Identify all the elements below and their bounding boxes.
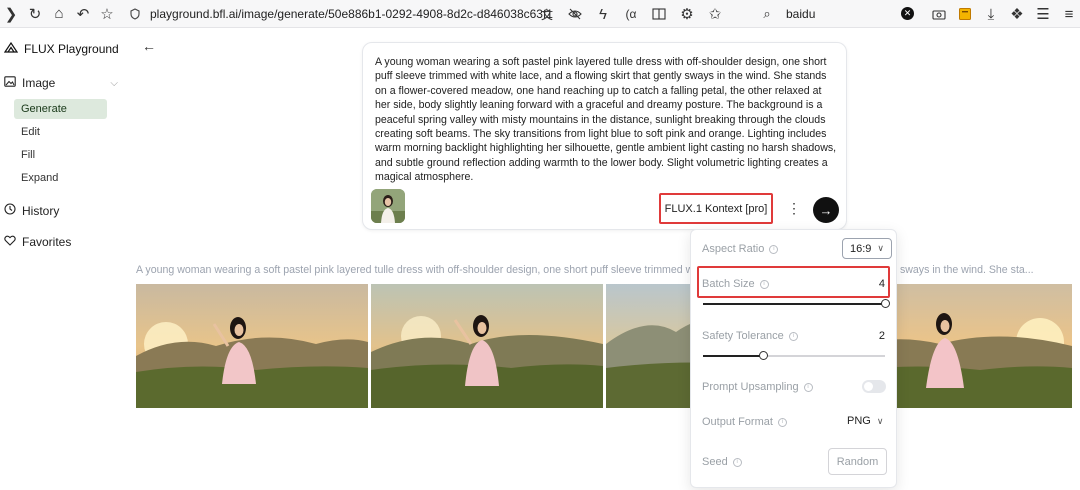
brand[interactable]: FLUX Playground <box>3 41 119 56</box>
batch-size-slider[interactable] <box>703 299 890 308</box>
flux-logo-icon <box>3 41 19 56</box>
batch-size-slider-fill <box>703 303 885 305</box>
menu-icon[interactable]: ≡ <box>1058 3 1080 25</box>
chevron-down-icon: ⌵ <box>110 77 118 89</box>
info-icon: i <box>769 244 779 254</box>
image-icon <box>4 76 16 90</box>
more-options-icon[interactable]: ⋮ <box>787 201 801 215</box>
nav-section-label: Image <box>22 76 56 90</box>
browser-nav-group: ❯ ↻ ⌂ ↶ ☆ <box>0 3 118 25</box>
generation-settings-popover: Aspect Ratio i 16:9 ∨ Batch Size i 4 Saf… <box>690 229 897 488</box>
info-icon: i <box>803 382 813 392</box>
aspect-ratio-value: 16:9 <box>849 242 872 255</box>
brand-name: FLUX Playground <box>24 42 119 56</box>
favorites-add-icon[interactable]: ✩ <box>704 3 726 25</box>
seed-random-button[interactable]: Random <box>828 448 887 475</box>
safety-tolerance-label: Safety Tolerance i <box>702 330 798 342</box>
prompt-card: A young woman wearing a soft pastel pink… <box>362 42 847 230</box>
forward-icon[interactable]: ❯ <box>0 3 22 25</box>
sidebar-item-history[interactable]: History <box>4 203 59 218</box>
extension-gear-icon[interactable]: ⚙ <box>676 3 698 25</box>
aspect-ratio-label-text: Aspect Ratio <box>702 243 765 255</box>
batch-size-slider-thumb[interactable] <box>880 299 890 308</box>
search-query[interactable]: baidu <box>786 7 815 21</box>
sidebar-item-favorites[interactable]: Favorites <box>4 235 71 249</box>
toggle-knob <box>864 382 873 391</box>
search-icon: ⌕ <box>763 6 771 21</box>
site-info-icon[interactable] <box>124 3 146 25</box>
nav-section-image[interactable]: Image ⌵ <box>4 76 118 90</box>
url-text[interactable]: playground.bfl.ai/image/generate/50e886b… <box>150 7 553 21</box>
download-icon[interactable]: ⤓ <box>980 3 1002 25</box>
batch-size-label-text: Batch Size <box>702 278 755 290</box>
favorites-label: Favorites <box>22 235 72 249</box>
back-arrow-icon[interactable]: ← <box>142 38 156 54</box>
address-bar[interactable]: playground.bfl.ai/image/generate/50e886b… <box>124 3 553 25</box>
reload-icon[interactable]: ↻ <box>24 3 46 25</box>
eye-off-icon[interactable] <box>564 3 586 25</box>
prompt-upsampling-label: Prompt Upsampling i <box>702 381 813 393</box>
seed-label: Seed i <box>702 456 742 468</box>
chevron-down-icon: ∨ <box>877 243 884 253</box>
sidebar-item-fill[interactable]: Fill <box>14 145 107 165</box>
sidebar: FLUX Playground Image ⌵ Generate Edit Fi… <box>0 28 126 490</box>
sidebar-item-generate[interactable]: Generate <box>14 99 107 119</box>
batch-size-value: 4 <box>878 278 885 290</box>
result-prompt-caption: A young woman wearing a soft pastel pink… <box>136 264 1034 276</box>
prompt-upsampling-toggle[interactable] <box>862 380 886 393</box>
safety-tolerance-slider-fill <box>703 355 764 357</box>
generated-image[interactable] <box>371 284 603 408</box>
history-label: History <box>22 203 60 218</box>
output-format-label-text: Output Format <box>702 416 773 428</box>
reader-mode-icon[interactable] <box>648 3 670 25</box>
output-format-value: PNG <box>847 415 871 427</box>
info-icon: i <box>777 417 787 427</box>
search-box[interactable]: ⌕ baidu ✕ <box>756 3 918 25</box>
safety-tolerance-slider-thumb[interactable] <box>758 351 768 360</box>
info-icon: i <box>788 331 798 341</box>
model-selector-button[interactable]: FLUX.1 Kontext [pro] <box>659 193 773 224</box>
prompt-input[interactable]: A young woman wearing a soft pastel pink… <box>375 55 837 185</box>
sidebar-item-edit[interactable]: Edit <box>14 122 107 142</box>
browser-toolbar: ❯ ↻ ⌂ ↶ ☆ playground.bfl.ai/image/genera… <box>0 0 1080 28</box>
undo-icon[interactable]: ↶ <box>72 3 94 25</box>
aspect-ratio-select[interactable]: 16:9 ∨ <box>842 238 892 259</box>
sidebar-item-expand[interactable]: Expand <box>14 168 107 188</box>
clear-search-icon[interactable]: ✕ <box>901 7 914 20</box>
output-format-select[interactable]: PNG ∨ <box>847 415 883 427</box>
lightning-icon[interactable]: ϟ <box>592 3 614 25</box>
output-format-label: Output Format i <box>702 416 787 428</box>
screenshot-icon[interactable] <box>928 3 950 25</box>
safety-tolerance-label-text: Safety Tolerance <box>702 330 784 342</box>
home-icon[interactable]: ⌂ <box>48 3 70 25</box>
browser-right-tools: ⤓ ❖ ☰ ≡ <box>928 3 1080 25</box>
safety-tolerance-slider[interactable] <box>703 351 885 360</box>
info-icon: i <box>759 279 769 289</box>
extensions-icon[interactable]: ❖ <box>1006 3 1028 25</box>
info-icon: i <box>732 457 742 467</box>
star-icon[interactable]: ☆ <box>96 3 118 25</box>
read-aloud-icon[interactable]: (α <box>620 3 642 25</box>
reference-image-thumbnail[interactable] <box>371 189 405 223</box>
safety-tolerance-value: 2 <box>878 330 885 342</box>
browser-tools: 文 ϟ (α ⚙ ✩ <box>536 3 726 25</box>
generate-button[interactable]: → <box>813 197 839 223</box>
batch-size-label: Batch Size i <box>702 278 769 290</box>
collections-icon[interactable] <box>954 3 976 25</box>
translate-icon[interactable]: 文 <box>536 3 558 25</box>
heart-icon <box>4 235 16 249</box>
clock-icon <box>4 203 16 218</box>
prompt-upsampling-label-text: Prompt Upsampling <box>702 381 799 393</box>
aspect-ratio-label: Aspect Ratio i <box>702 243 779 255</box>
seed-label-text: Seed <box>702 456 728 468</box>
reading-list-icon[interactable]: ☰ <box>1032 3 1054 25</box>
chevron-down-icon: ∨ <box>876 415 884 426</box>
generated-image[interactable] <box>136 284 368 408</box>
